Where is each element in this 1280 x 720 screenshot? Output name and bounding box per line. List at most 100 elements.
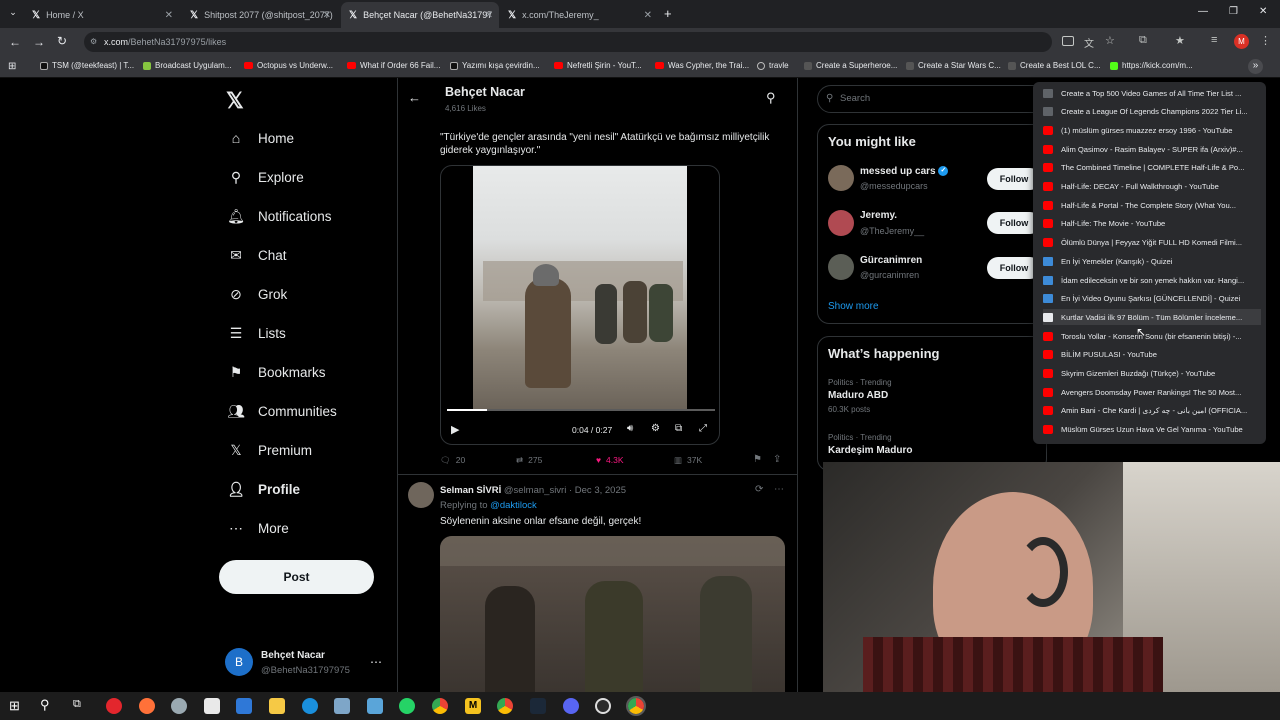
close-icon[interactable]: ✕ xyxy=(644,10,652,21)
post-image[interactable] xyxy=(440,536,785,696)
show-more-link[interactable]: Show more xyxy=(828,301,879,312)
avatar[interactable] xyxy=(408,482,434,508)
extensions-icon[interactable]: ⧉ xyxy=(1139,34,1147,47)
task-view-icon[interactable]: ⧉ xyxy=(73,698,81,711)
bookmark-menu-item[interactable]: En İyi Video Oyunu Şarkısı [GÜNCELLENDİ]… xyxy=(1043,291,1261,307)
menu-kebab-icon[interactable]: ⋮ xyxy=(1260,34,1271,47)
store-icon[interactable] xyxy=(204,698,220,714)
bookmark-item[interactable]: Create a Best LOL C... xyxy=(1008,61,1101,70)
bookmark-item[interactable]: What if Order 66 Fail... xyxy=(347,61,440,70)
pip-icon[interactable]: ⧉ xyxy=(675,423,682,434)
whatsapp-icon[interactable] xyxy=(399,698,415,714)
nav-more[interactable]: ⋯ More xyxy=(228,520,289,536)
tab-home[interactable]: 𝕏 Home / X ✕ xyxy=(24,2,179,28)
back-icon[interactable]: ← xyxy=(9,35,21,49)
opera-icon[interactable] xyxy=(106,698,122,714)
trend-name[interactable]: Maduro ABD xyxy=(828,390,888,401)
post-date[interactable]: Dec 3, 2025 xyxy=(575,485,626,496)
nav-notifications[interactable]: 🔔︎ Notifications xyxy=(227,208,331,224)
bookmark-item[interactable]: Octopus vs Underw... xyxy=(244,61,333,70)
address-bar[interactable]: ⚙ x.com/BehetNa31797975/likes xyxy=(84,32,1052,52)
nav-premium[interactable]: 𝕏 Premium xyxy=(228,442,312,458)
bookmark-menu-item[interactable]: (1) müslüm gürses muazzez ersoy 1996 - Y… xyxy=(1043,122,1261,138)
bookmark-menu-item[interactable]: Amin Bani - Che Kardi | امین بانی - چه ک… xyxy=(1043,403,1261,419)
window-close-icon[interactable]: ✕ xyxy=(1259,6,1267,17)
cast-icon[interactable] xyxy=(1062,36,1074,46)
avatar[interactable] xyxy=(828,210,854,236)
close-icon[interactable]: ✕ xyxy=(165,10,173,21)
new-tab-button[interactable]: + xyxy=(664,6,672,21)
edge-icon[interactable] xyxy=(302,698,318,714)
nav-communities[interactable]: 👥︎ Communities xyxy=(227,403,337,419)
bookmark-item[interactable]: Nefretli Şirin - YouT... xyxy=(554,61,642,70)
x-logo-icon[interactable]: 𝕏 xyxy=(226,88,244,114)
bookmark-item[interactable]: Broadcast Uygulam... xyxy=(143,61,231,70)
tab-behcet-active[interactable]: 𝕏 Behçet Nacar (@BehetNa31797 ✕ xyxy=(341,2,499,28)
bookmark-item[interactable]: Yazımı kışa çevirdin... xyxy=(450,61,540,70)
site-info-icon[interactable]: ⚙ xyxy=(90,32,97,52)
translate-icon[interactable]: 文 xyxy=(1084,35,1094,50)
steam-icon[interactable] xyxy=(530,698,546,714)
profile-avatar-icon[interactable]: M xyxy=(1234,34,1249,49)
author-name[interactable]: Selman SİVRİ xyxy=(440,485,501,496)
bookmark-menu-item[interactable]: Müslüm Gürses Uzun Hava Ve Gel Yanıma - … xyxy=(1043,422,1261,438)
bookmark-menu-item[interactable]: En İyi Yemekler (Karışık) - Quizei xyxy=(1043,253,1261,269)
mail-icon[interactable] xyxy=(236,698,252,714)
bookmark-item[interactable]: Create a Star Wars C... xyxy=(906,61,1001,70)
bookmark-menu-item[interactable]: Create a Top 500 Video Games of All Time… xyxy=(1043,85,1261,101)
search-icon[interactable]: ⚲ xyxy=(40,697,50,713)
nav-lists[interactable]: ☰ Lists xyxy=(228,325,286,341)
app-icon[interactable] xyxy=(334,698,350,714)
nav-explore[interactable]: ⚲ Explore xyxy=(228,169,304,185)
volume-icon[interactable]: 🔊︎ xyxy=(627,423,633,434)
bookmark-icon[interactable]: ⚑ xyxy=(753,454,762,465)
bookmark-menu-item[interactable]: Create a League Of Legends Champions 202… xyxy=(1043,104,1261,120)
views-action[interactable]: ▥ 37K xyxy=(674,455,702,466)
chrome-icon[interactable] xyxy=(432,698,448,714)
tab-search-icon[interactable]: ⌄ xyxy=(6,7,20,21)
nav-profile[interactable]: 👤︎ Profile xyxy=(227,481,300,497)
repost-action[interactable]: ⇄ 275 xyxy=(516,455,542,466)
bookmark-menu-item[interactable]: Half-Life: DECAY - Full Walkthrough - Yo… xyxy=(1043,179,1261,195)
video-player[interactable]: ▶ 0:04 / 0:27 🔊︎ ⚙ ⧉ ⤢ xyxy=(440,165,720,445)
bookmark-menu-item[interactable]: Skyrim Gizemleri Buzdağı (Türkçe) - YouT… xyxy=(1043,366,1261,382)
bookmark-item[interactable]: Was Cypher, the Trai... xyxy=(655,61,749,70)
bookmark-menu-item[interactable]: Ölümlü Dünya | Feyyaz Yiğit FULL HD Kome… xyxy=(1043,235,1261,251)
nav-chat[interactable]: ✉ Chat xyxy=(228,247,286,263)
bookmark-item[interactable]: https://kick.com/m... xyxy=(1110,61,1193,70)
bookmark-menu-item[interactable]: BİLİM PUSULASI - YouTube xyxy=(1043,347,1261,363)
suggested-account-name[interactable]: Jeremy. xyxy=(860,210,897,221)
firefox-icon[interactable] xyxy=(139,698,155,714)
bookmark-menu-item[interactable]: Kurtlar Vadisi ilk 97 Bölüm - Tüm Bölüml… xyxy=(1043,309,1261,326)
restore-icon[interactable]: ❐ xyxy=(1229,6,1238,17)
close-icon[interactable]: ✕ xyxy=(323,10,331,21)
discord-icon[interactable] xyxy=(563,698,579,714)
share-icon[interactable]: ⇪ xyxy=(773,454,781,465)
play-icon[interactable]: ▶ xyxy=(451,423,459,436)
app-m-icon[interactable]: M xyxy=(465,698,481,714)
tab-shitpost[interactable]: 𝕏 Shitpost 2077 (@shitpost_2077) ✕ xyxy=(182,2,337,28)
reload-icon[interactable]: ↻ xyxy=(57,34,67,48)
trend-name[interactable]: Kardeşim Maduro xyxy=(828,445,912,456)
file-explorer-icon[interactable] xyxy=(269,698,285,714)
post-button[interactable]: Post xyxy=(219,560,374,594)
bookmark-menu-item[interactable]: The Combined Timeline | COMPLETE Half-Li… xyxy=(1043,160,1261,176)
settings-gear-icon[interactable]: ⚙ xyxy=(651,423,660,434)
bookmark-star-icon[interactable]: ★ xyxy=(1175,34,1185,47)
account-more-icon[interactable]: ⋯ xyxy=(370,655,382,669)
bookmarks-overflow-button[interactable]: » xyxy=(1248,59,1263,74)
star-icon[interactable]: ☆ xyxy=(1105,34,1115,47)
app-icon[interactable] xyxy=(171,698,187,714)
bookmark-item[interactable]: travle xyxy=(757,61,789,70)
bookmark-menu-item[interactable]: Half-Life & Portal - The Complete Story … xyxy=(1043,197,1261,213)
bookmark-item[interactable]: Create a Superheroe... xyxy=(804,61,897,70)
bookmark-menu-item[interactable]: Half-Life: The Movie - YouTube xyxy=(1043,216,1261,232)
bookmark-menu-item[interactable]: Alim Qasimov - Rasim Balayev - SUPER ifa… xyxy=(1043,141,1261,157)
video-progress-track[interactable] xyxy=(447,409,715,411)
avatar[interactable] xyxy=(828,254,854,280)
nav-bookmarks[interactable]: ⚑ Bookmarks xyxy=(228,364,326,380)
chrome-active-icon[interactable] xyxy=(626,696,646,716)
tab-thejeremy[interactable]: 𝕏 x.com/TheJeremy_ ✕ xyxy=(500,2,658,28)
bookmark-menu-item[interactable]: Toroslu Yollar - Konserin Sonu (bir efsa… xyxy=(1043,328,1261,344)
minimize-icon[interactable]: — xyxy=(1198,6,1208,17)
